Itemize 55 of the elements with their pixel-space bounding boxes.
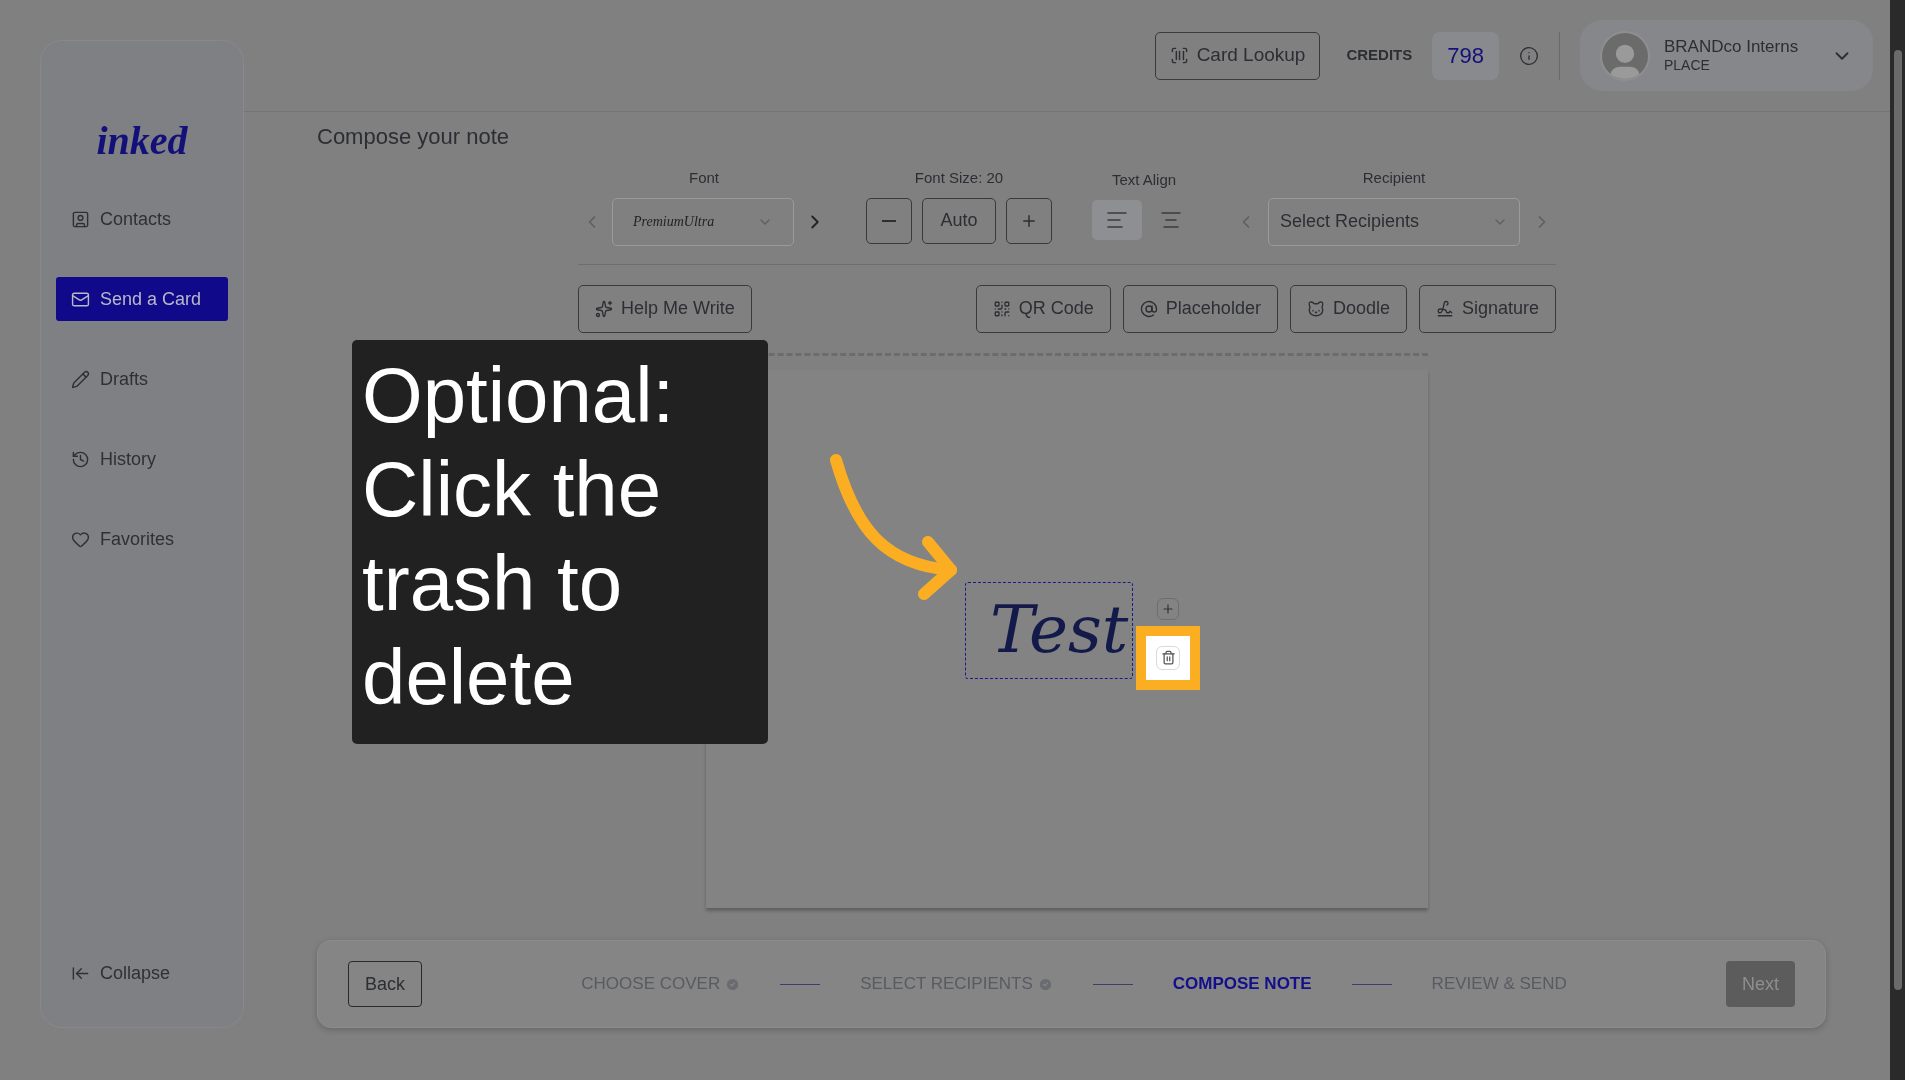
user-name: BRANDco Interns <box>1664 36 1799 58</box>
logo[interactable]: inked <box>96 121 188 161</box>
decrease-button[interactable] <box>866 197 912 244</box>
font-select[interactable]: PremiumUltra <box>612 197 794 246</box>
pencil-icon <box>71 369 90 389</box>
card-lookup-button[interactable]: Card Lookup <box>1154 31 1321 80</box>
signature-element[interactable]: Test <box>965 581 1133 679</box>
insert-button[interactable]: Help Me Write <box>578 284 752 333</box>
history-icon <box>71 449 90 469</box>
recipient-select[interactable]: Select Recipients <box>1268 197 1520 246</box>
insert-button[interactable]: Doodle <box>1289 284 1407 333</box>
check-icon <box>725 976 741 992</box>
signature-icon <box>1435 299 1454 318</box>
insert-button[interactable]: Signature <box>1418 284 1556 333</box>
text-align-label: Text Align <box>1111 170 1177 190</box>
sparkles-icon <box>595 299 613 318</box>
at-sign-icon <box>1139 299 1158 318</box>
callout-text: Optional: Click the trash to delete <box>362 350 676 723</box>
insert-button[interactable]: QR Code <box>975 284 1111 333</box>
insert-button[interactable]: Placeholder <box>1122 284 1278 333</box>
align-button[interactable] <box>1092 199 1142 240</box>
increase-button[interactable] <box>1006 197 1052 244</box>
sidebar-item[interactable]: Favorites <box>56 517 228 561</box>
plus-icon <box>1161 601 1175 616</box>
check-icon <box>1037 976 1053 992</box>
heart-icon <box>71 529 90 549</box>
info-icon[interactable] <box>1519 45 1539 66</box>
page-heading: Compose your note <box>317 124 509 149</box>
contact-card-icon <box>71 209 90 229</box>
collapse-icon <box>71 964 90 983</box>
avatar <box>1600 30 1650 81</box>
minus-icon <box>882 219 896 222</box>
sidebar-item[interactable]: Contacts <box>56 197 228 241</box>
qr-code-icon <box>992 299 1011 318</box>
trash-icon <box>1160 650 1176 665</box>
font-label: Font <box>689 168 719 188</box>
sidebar-item[interactable]: History <box>56 437 228 481</box>
step: COMPOSE NOTE <box>1172 971 1312 997</box>
auto-size-button[interactable]: Auto <box>922 197 996 244</box>
barcode-scan-icon <box>1169 46 1189 65</box>
recipient-label: Recipient <box>1362 168 1426 188</box>
add-button[interactable] <box>1157 597 1179 620</box>
user-role: PLACE <box>1664 57 1711 75</box>
mail-icon <box>71 289 90 309</box>
credits-label: CREDITS <box>1346 45 1413 66</box>
trash-button[interactable] <box>1156 645 1180 670</box>
cat-icon <box>1306 299 1325 318</box>
credits-count: 798 <box>1432 31 1499 80</box>
user-menu[interactable]: BRANDco Interns PLACE <box>1580 20 1873 91</box>
font-size-label: Font Size: 20 <box>914 168 1004 188</box>
back-button[interactable]: Back <box>348 961 423 1007</box>
note-text: Test <box>990 597 1129 663</box>
collapse-button[interactable]: Collapse <box>56 960 228 987</box>
sidebar-item[interactable]: Drafts <box>56 357 228 401</box>
sidebar-item[interactable]: Send a Card <box>56 277 228 321</box>
